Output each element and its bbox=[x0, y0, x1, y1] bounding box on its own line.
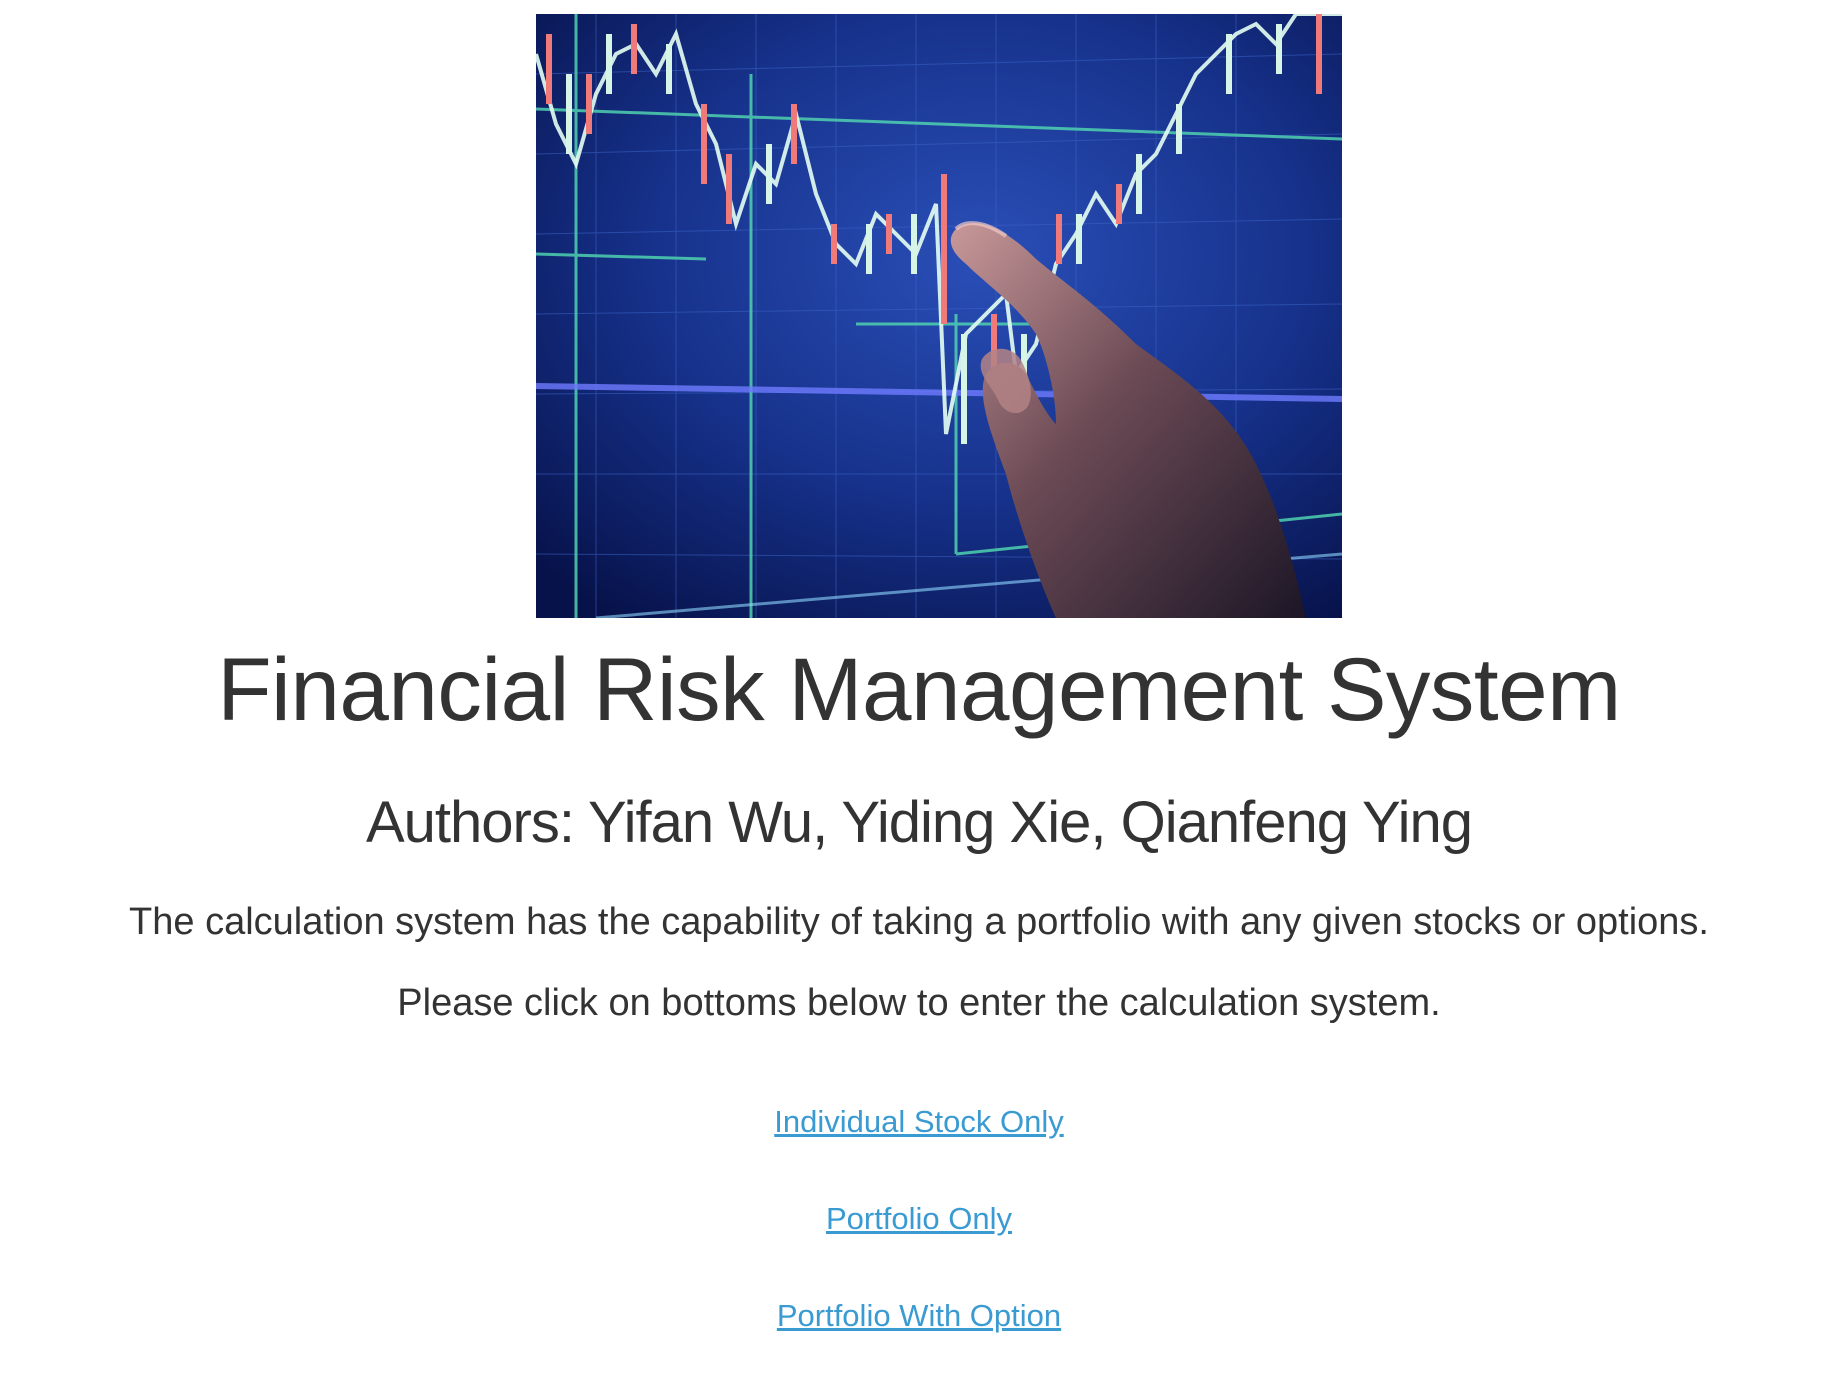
intro-description: The calculation system has the capabilit… bbox=[129, 901, 1709, 943]
intro-instruction: Please click on bottoms below to enter t… bbox=[397, 982, 1441, 1024]
portfolio-with-option-link[interactable]: Portfolio With Option bbox=[777, 1298, 1061, 1333]
stock-chart-hand-image bbox=[536, 14, 1342, 618]
authors-heading: Authors: Yifan Wu, Yiding Xie, Qianfeng … bbox=[365, 790, 1473, 855]
hero-image bbox=[536, 14, 1342, 618]
portfolio-only-link[interactable]: Portfolio Only bbox=[826, 1201, 1012, 1236]
page-title: Financial Risk Management System bbox=[217, 639, 1621, 739]
landing-page: Financial Risk Management System Authors… bbox=[0, 0, 1838, 1394]
portfolio-with-option-link-row: Portfolio With Option bbox=[0, 1296, 1838, 1336]
portfolio-only-link-row: Portfolio Only bbox=[0, 1199, 1838, 1239]
individual-stock-link[interactable]: Individual Stock Only bbox=[774, 1104, 1063, 1139]
individual-stock-link-row: Individual Stock Only bbox=[0, 1102, 1838, 1142]
